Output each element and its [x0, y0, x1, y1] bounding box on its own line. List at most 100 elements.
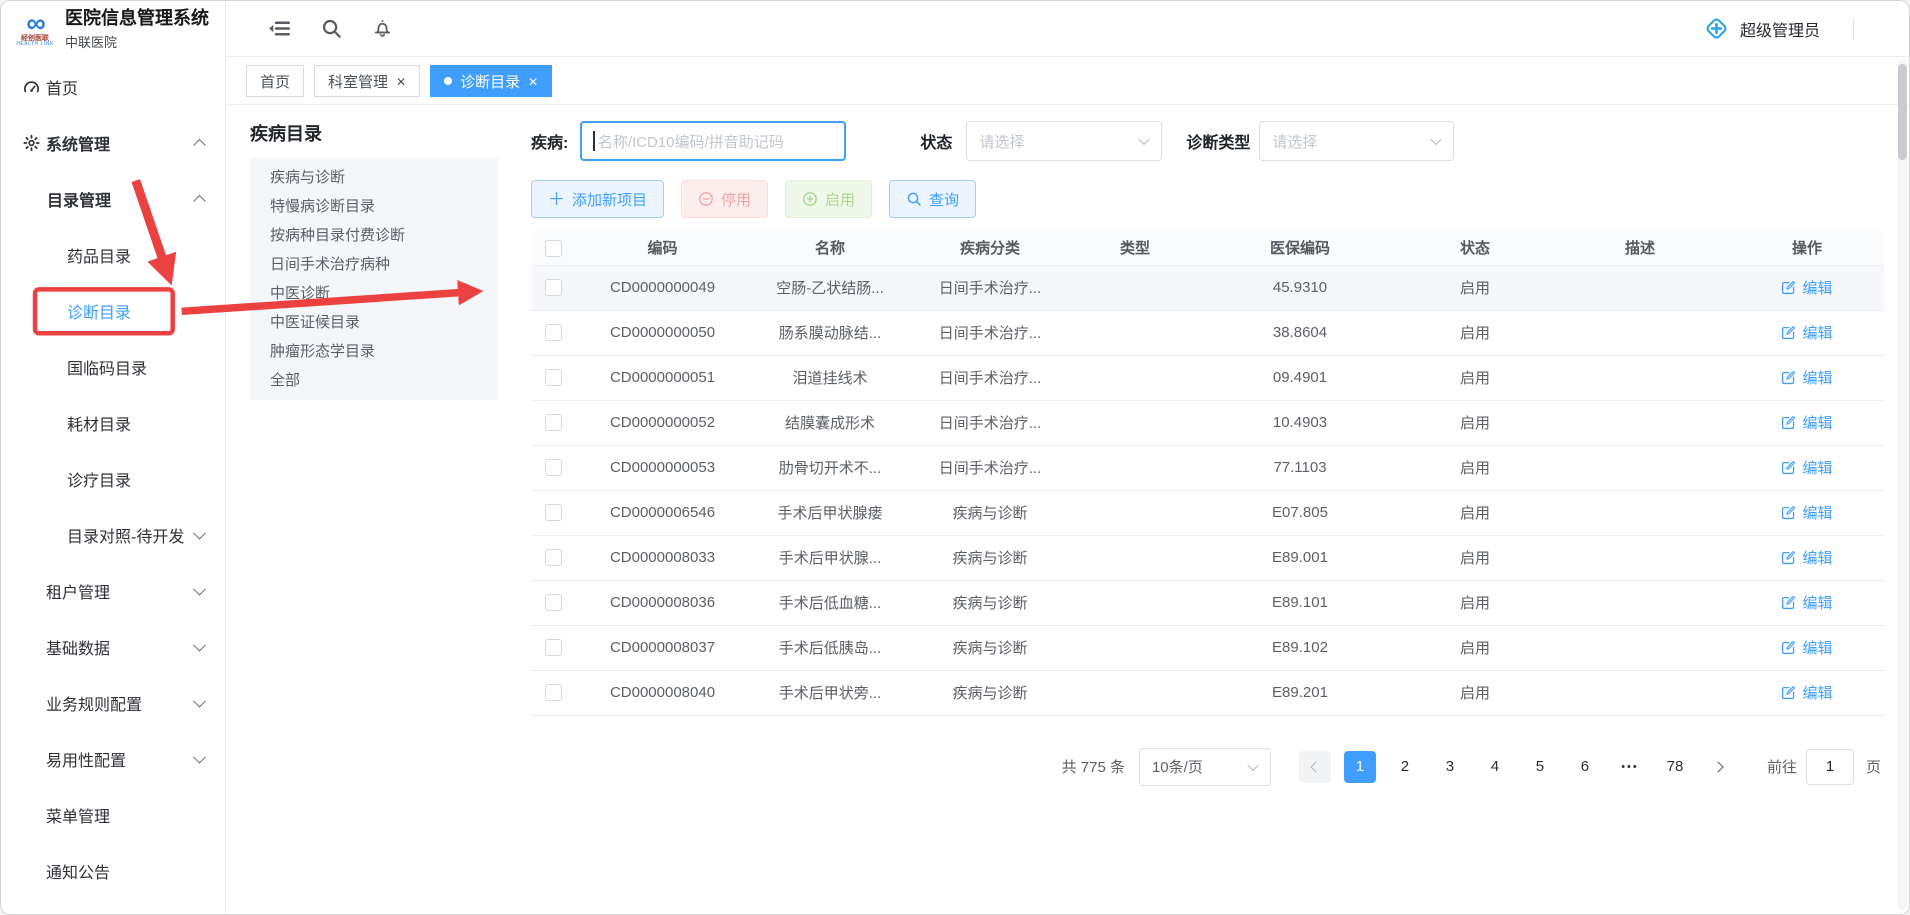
sidebar-item[interactable]: 易用性配置	[1, 731, 225, 787]
page-button[interactable]: 5	[1524, 751, 1556, 783]
row-checkbox[interactable]	[545, 324, 562, 341]
scrollbar-track[interactable]	[1898, 59, 1907, 910]
disable-button[interactable]: 停用	[681, 180, 768, 218]
column-header: 医保编码	[1200, 231, 1400, 265]
edit-button[interactable]: 编辑	[1781, 277, 1832, 298]
page-button[interactable]: •••	[1614, 751, 1646, 783]
disease-search-input[interactable]: 名称/ICD10编码/拼音助记码	[580, 121, 846, 161]
edit-button[interactable]: 编辑	[1781, 502, 1832, 523]
select-all-checkbox[interactable]	[545, 240, 562, 257]
sidebar-item[interactable]: 基础数据	[1, 619, 225, 675]
collapse-menu-icon[interactable]	[268, 19, 291, 38]
sidebar-item[interactable]: 国临码目录	[1, 339, 225, 395]
catalog-list-item[interactable]: 日间手术治疗病种	[250, 250, 498, 279]
row-checkbox[interactable]	[545, 549, 562, 566]
tab[interactable]: 首页	[246, 65, 304, 97]
catalog-list-item[interactable]: 全部	[250, 366, 498, 395]
sidebar-item[interactable]: 通知公告	[1, 843, 225, 899]
sidebar-item-label: 易用性配置	[46, 747, 126, 771]
sidebar-item[interactable]: 系统管理	[1, 115, 225, 171]
edit-button[interactable]: 编辑	[1781, 322, 1832, 343]
add-item-button[interactable]: ＋ 添加新项目	[531, 180, 664, 218]
edit-button[interactable]: 编辑	[1781, 637, 1832, 658]
sidebar-item[interactable]: 药品目录	[1, 227, 225, 283]
sidebar-item[interactable]: 业务规则配置	[1, 675, 225, 731]
table-row: CD0000008037 手术后低胰岛... 疾病与诊断 E89.102 启用	[531, 625, 1884, 670]
sidebar-item[interactable]: 首页	[1, 59, 225, 115]
column-header: 编码	[575, 231, 750, 265]
page-size-value: 10条/页	[1152, 756, 1203, 777]
table-row: CD0000008033 手术后甲状腺... 疾病与诊断 E89.001 启用	[531, 535, 1884, 580]
table-header-row: 编码名称疾病分类类型医保编码状态描述操作	[531, 231, 1884, 265]
cell-disease-category: 日间手术治疗...	[910, 400, 1070, 445]
diagnosis-type-select[interactable]: 请选择	[1259, 121, 1454, 161]
page-button[interactable]: 3	[1434, 751, 1466, 783]
catalog-list-item[interactable]: 疾病与诊断	[250, 163, 498, 192]
edit-button[interactable]: 编辑	[1781, 682, 1832, 703]
page-button[interactable]: 78	[1659, 751, 1691, 783]
catalog-list-item[interactable]: 特慢病诊断目录	[250, 192, 498, 221]
sidebar-item[interactable]: 菜单管理	[1, 787, 225, 843]
row-checkbox[interactable]	[545, 414, 562, 431]
table-row: CD0000008040 手术后甲状旁... 疾病与诊断 E89.201 启用	[531, 670, 1884, 715]
page-button[interactable]: 6	[1569, 751, 1601, 783]
cell-insurance-code: 77.1103	[1200, 445, 1400, 490]
row-checkbox[interactable]	[545, 459, 562, 476]
edit-button[interactable]: 编辑	[1781, 367, 1832, 388]
scrollbar-thumb[interactable]	[1898, 64, 1907, 160]
edit-button[interactable]: 编辑	[1781, 457, 1832, 478]
row-checkbox[interactable]	[545, 684, 562, 701]
goto-page-input[interactable]	[1806, 749, 1854, 785]
row-checkbox[interactable]	[545, 279, 562, 296]
topbar: 超级管理员	[226, 1, 1909, 57]
user-block[interactable]: 超级管理员	[1704, 16, 1909, 41]
row-checkbox[interactable]	[545, 639, 562, 656]
page-button[interactable]: 1	[1344, 751, 1376, 783]
row-checkbox[interactable]	[545, 504, 562, 521]
page-button[interactable]: 2	[1389, 751, 1421, 783]
cell-disease-category: 日间手术治疗...	[910, 265, 1070, 310]
sidebar-item[interactable]: 目录管理	[1, 171, 225, 227]
close-tab-icon[interactable]	[528, 74, 538, 88]
cell-status: 启用	[1400, 490, 1550, 535]
prev-page-button[interactable]	[1299, 751, 1331, 783]
status-select[interactable]: 请选择	[966, 121, 1162, 161]
cell-status: 启用	[1400, 580, 1550, 625]
table-row: CD0000000053 肋骨切开术不... 日间手术治疗... 77.1103…	[531, 445, 1884, 490]
query-button[interactable]: 查询	[889, 180, 976, 218]
sidebar-item[interactable]: 耗材目录	[1, 395, 225, 451]
catalog-list-item[interactable]: 中医证候目录	[250, 308, 498, 337]
close-tab-icon[interactable]	[396, 74, 406, 88]
catalog-list-item[interactable]: 按病种目录付费诊断	[250, 221, 498, 250]
cell-insurance-code: 10.4903	[1200, 400, 1400, 445]
row-checkbox[interactable]	[545, 369, 562, 386]
sidebar-item[interactable]: 诊疗目录	[1, 451, 225, 507]
edit-button[interactable]: 编辑	[1781, 547, 1832, 568]
pager: 123456 ••• 78	[1299, 751, 1736, 783]
row-checkbox[interactable]	[545, 594, 562, 611]
sidebar: ∞ 经创医联 HEALTH LINK 医院信息管理系统 中联医院 首页	[1, 1, 226, 914]
enable-button[interactable]: 启用	[785, 180, 872, 218]
sidebar-item[interactable]: 目录对照-待开发	[1, 507, 225, 563]
input-placeholder: 名称/ICD10编码/拼音助记码	[598, 131, 784, 152]
notification-bell-icon[interactable]	[372, 18, 393, 39]
hospital-name: 中联医院	[65, 32, 209, 51]
edit-button[interactable]: 编辑	[1781, 412, 1832, 433]
edit-button[interactable]: 编辑	[1781, 592, 1832, 613]
cell-description	[1550, 580, 1730, 625]
search-icon[interactable]	[321, 18, 342, 39]
panel-title: 疾病目录	[250, 120, 502, 146]
page-button[interactable]: 4	[1479, 751, 1511, 783]
catalog-list-item[interactable]: 肿瘤形态学目录	[250, 337, 498, 366]
sidebar-item[interactable]: 诊断目录	[1, 283, 225, 339]
catalog-list-item[interactable]: 中医诊断	[250, 279, 498, 308]
tab[interactable]: 科室管理	[314, 65, 420, 97]
cell-name: 手术后甲状腺瘘	[750, 490, 910, 535]
tab-label: 科室管理	[328, 71, 388, 92]
tab[interactable]: 诊断目录	[430, 65, 552, 97]
tab-label: 诊断目录	[460, 71, 520, 92]
page-size-select[interactable]: 10条/页	[1139, 748, 1271, 786]
medical-cross-badge-icon	[1704, 16, 1729, 41]
next-page-button[interactable]	[1704, 751, 1736, 783]
sidebar-item[interactable]: 租户管理	[1, 563, 225, 619]
